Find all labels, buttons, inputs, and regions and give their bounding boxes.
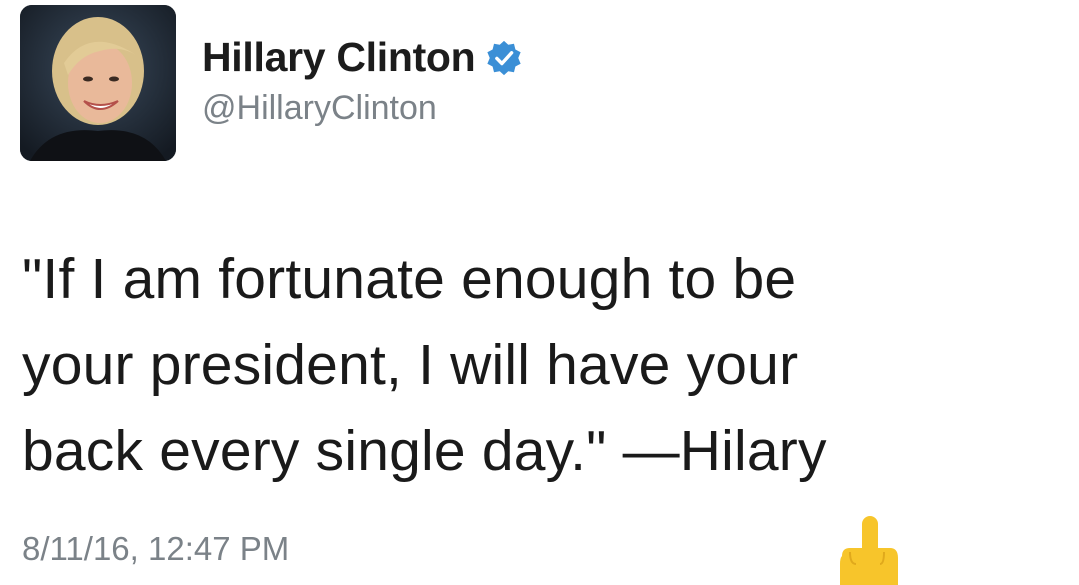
name-row: Hillary Clinton xyxy=(202,34,523,80)
tweet-text-line: back every single day." —Hilary xyxy=(22,419,827,483)
tweet-header: Hillary Clinton @HillaryClinton xyxy=(202,34,523,128)
profile-photo-icon xyxy=(20,5,176,161)
tweet-body: "If I am fortunate enough to be your pre… xyxy=(22,236,1062,494)
verified-badge-icon xyxy=(487,40,522,76)
middle-finger-emoji-icon xyxy=(840,516,898,585)
tweet-card: Hillary Clinton @HillaryClinton "If I am… xyxy=(0,0,1079,585)
tweet-text-line: your president, I will have your xyxy=(22,333,799,397)
tweet-timestamp[interactable]: 8/11/16, 12:47 PM xyxy=(22,529,289,569)
tweet-text-line: "If I am fortunate enough to be xyxy=(22,247,797,311)
avatar[interactable] xyxy=(20,5,176,161)
user-handle[interactable]: @HillaryClinton xyxy=(202,88,523,128)
display-name[interactable]: Hillary Clinton xyxy=(202,34,476,80)
